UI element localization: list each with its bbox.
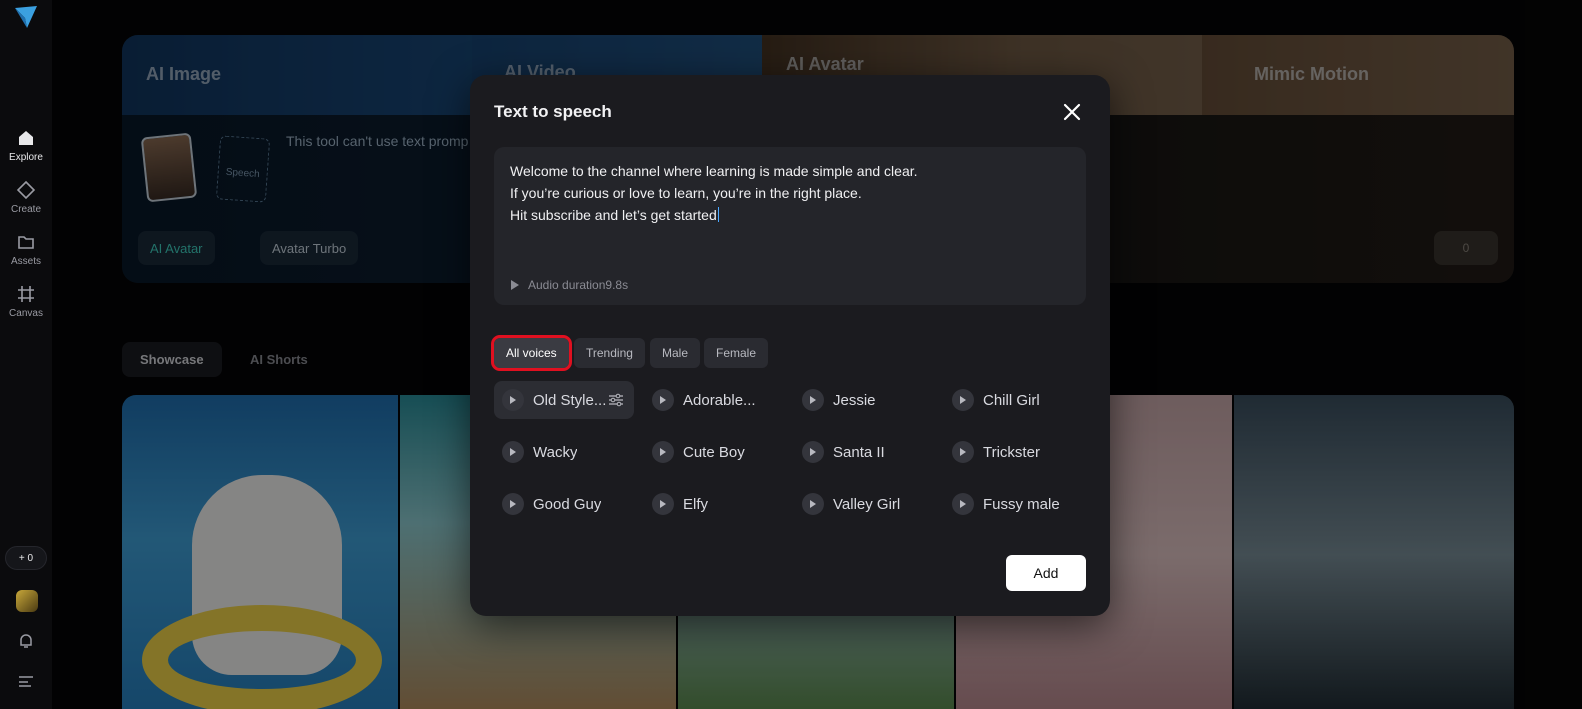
voice-option[interactable]: Good Guy — [494, 485, 634, 523]
avatar[interactable] — [16, 590, 38, 612]
voice-name: Adorable... — [683, 391, 756, 409]
voice-option[interactable]: Fussy male — [944, 485, 1084, 523]
app-page: Explore Create Assets Canvas + 0 AI Imag… — [0, 0, 1582, 709]
filter-female[interactable]: Female — [704, 338, 769, 368]
play-icon[interactable] — [502, 441, 524, 463]
speech-text-input[interactable]: Welcome to the channel where learning is… — [494, 147, 1086, 305]
voice-name: Wacky — [533, 443, 578, 461]
sidebar-item-label: Create — [10, 204, 41, 215]
diamond-icon — [16, 180, 36, 200]
voice-option[interactable]: Wacky — [494, 433, 634, 471]
filter-male[interactable]: Male — [650, 338, 701, 368]
voice-option[interactable]: Valley Girl — [794, 485, 934, 523]
sidebar-item-label: Assets — [10, 256, 41, 267]
play-icon[interactable] — [502, 493, 524, 515]
text-line-last: Hit subscribe and let’s get started — [510, 207, 719, 223]
sidebar-item-create[interactable]: Create — [0, 180, 52, 215]
play-icon[interactable] — [652, 441, 674, 463]
voice-name: Fussy male — [983, 495, 1060, 513]
play-icon[interactable] — [952, 493, 974, 515]
sidebar-item-label: Explore — [9, 152, 43, 163]
app-logo-icon[interactable] — [13, 4, 39, 30]
filter-all-voices[interactable]: All voices — [491, 335, 572, 371]
voice-option[interactable]: Trickster — [944, 433, 1084, 471]
voice-option[interactable]: Old Style... — [494, 381, 634, 419]
sidebar-item-explore[interactable]: Explore — [0, 128, 52, 163]
text-to-speech-modal: Text to speech Welcome to the channel wh… — [470, 75, 1110, 616]
sidebar: Explore Create Assets Canvas + 0 — [0, 0, 52, 709]
play-icon[interactable] — [802, 389, 824, 411]
text-line: Welcome to the channel where learning is… — [510, 163, 918, 179]
play-icon — [511, 280, 519, 290]
play-icon[interactable] — [652, 389, 674, 411]
text-caret — [717, 207, 719, 222]
sidebar-item-label: Canvas — [9, 308, 43, 319]
text-line: If you’re curious or love to learn, you’… — [510, 185, 862, 201]
voice-option[interactable]: Jessie — [794, 381, 934, 419]
play-icon[interactable] — [952, 441, 974, 463]
settings-sliders-icon[interactable] — [608, 393, 624, 407]
voice-name: Jessie — [833, 391, 876, 409]
close-icon[interactable] — [1060, 100, 1084, 124]
voice-name: Santa II — [833, 443, 885, 461]
voice-option[interactable]: Elfy — [644, 485, 784, 523]
voice-option[interactable]: Cute Boy — [644, 433, 784, 471]
sidebar-item-canvas[interactable]: Canvas — [0, 284, 52, 319]
voice-option[interactable]: Chill Girl — [944, 381, 1084, 419]
voice-name: Old Style... — [533, 391, 607, 409]
filter-trending[interactable]: Trending — [574, 338, 645, 368]
credits-badge[interactable]: + 0 — [5, 546, 47, 570]
menu-icon[interactable] — [18, 674, 34, 688]
voice-name: Chill Girl — [983, 391, 1040, 409]
home-icon — [19, 131, 33, 145]
sidebar-item-assets[interactable]: Assets — [0, 232, 52, 267]
add-button[interactable]: Add — [1006, 555, 1086, 591]
grid-icon — [18, 286, 34, 302]
folder-icon — [18, 236, 34, 249]
play-icon[interactable] — [652, 493, 674, 515]
voice-option[interactable]: Santa II — [794, 433, 934, 471]
play-icon[interactable] — [952, 389, 974, 411]
voice-name: Valley Girl — [833, 495, 901, 513]
voice-name: Good Guy — [533, 495, 602, 513]
play-icon[interactable] — [802, 493, 824, 515]
bell-icon[interactable] — [17, 632, 35, 650]
voice-name: Trickster — [983, 443, 1040, 461]
modal-title: Text to speech — [494, 102, 612, 121]
voice-name: Cute Boy — [683, 443, 745, 461]
play-icon[interactable] — [802, 441, 824, 463]
voice-name: Elfy — [683, 495, 709, 513]
audio-duration[interactable]: Audio duration9.8s — [510, 278, 628, 292]
play-icon[interactable] — [502, 389, 524, 411]
voice-option[interactable]: Adorable... — [644, 381, 784, 419]
